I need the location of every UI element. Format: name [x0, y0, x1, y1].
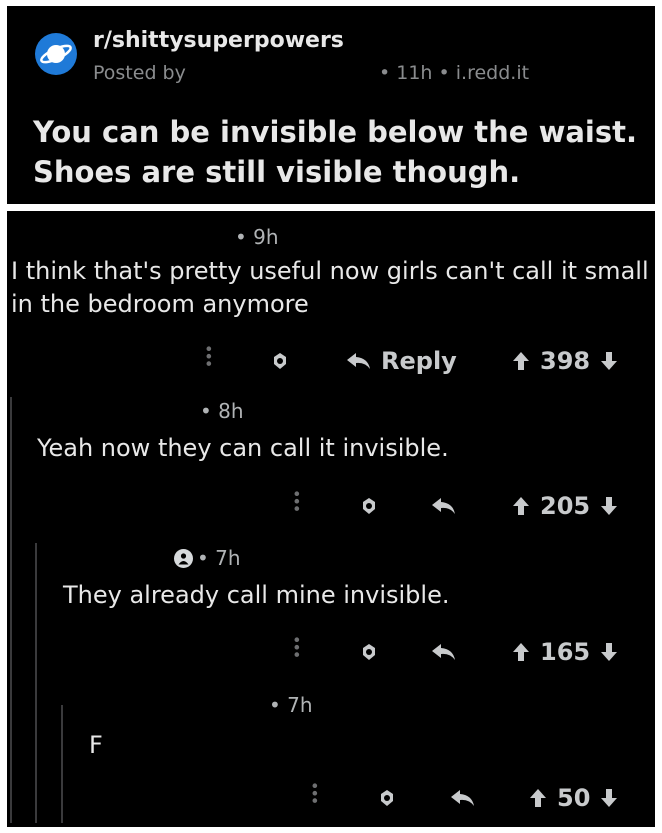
- award-button[interactable]: [359, 635, 379, 669]
- upvote-arrow-icon[interactable]: [529, 788, 547, 808]
- more-dots-icon[interactable]: •••: [287, 489, 306, 523]
- comment-actions: ••• 50: [7, 781, 655, 815]
- thread-line[interactable]: [10, 397, 12, 823]
- more-dots-icon[interactable]: •••: [305, 781, 324, 815]
- comment-body: F: [89, 731, 103, 759]
- reply-button[interactable]: [430, 635, 456, 669]
- award-button[interactable]: [377, 781, 397, 815]
- comment-timestamp: • 7h: [269, 693, 313, 717]
- upvote-arrow-icon[interactable]: [512, 642, 530, 662]
- subreddit-planet-icon[interactable]: [35, 33, 77, 75]
- reply-button[interactable]: [430, 489, 456, 523]
- comment-body: I think that's pretty useful now girls c…: [11, 257, 649, 318]
- post-meta: Posted by • 11h • i.redd.it: [93, 62, 529, 84]
- reply-arrow-icon: [432, 498, 455, 514]
- more-dots-icon[interactable]: •••: [287, 635, 306, 669]
- vote-score: 165: [540, 638, 591, 666]
- upvote-arrow-icon[interactable]: [512, 496, 530, 516]
- vote-controls: 165: [512, 635, 618, 669]
- posted-by-label: Posted by: [93, 62, 186, 84]
- award-icon: [363, 498, 375, 514]
- upvote-arrow-icon[interactable]: [512, 351, 530, 371]
- comment-thread: • 9h I think that's pretty useful now gi…: [7, 211, 655, 827]
- vote-controls: 398: [512, 344, 618, 378]
- post-title[interactable]: You can be invisible below the waist. Sh…: [33, 112, 643, 192]
- downvote-arrow-icon[interactable]: [600, 351, 618, 371]
- reply-arrow-icon: [451, 790, 474, 806]
- comment-timestamp: • 9h: [235, 225, 279, 249]
- award-button[interactable]: [359, 489, 379, 523]
- reply-arrow-icon: [347, 353, 370, 369]
- comment-actions: ••• 165: [7, 635, 655, 669]
- downvote-arrow-icon[interactable]: [600, 496, 618, 516]
- comment-timestamp: • 7h: [197, 546, 241, 570]
- vote-controls: 50: [529, 781, 618, 815]
- user-avatar-icon: [178, 553, 189, 565]
- vote-controls: 205: [512, 489, 618, 523]
- post-time-domain: • 11h • i.redd.it: [379, 62, 530, 84]
- reply-button[interactable]: Reply: [345, 344, 457, 378]
- more-dots-icon[interactable]: •••: [199, 344, 218, 378]
- comment-body: Yeah now they can call it invisible.: [37, 434, 449, 462]
- post-header: r/shittysuperpowers Posted by • 11h • i.…: [7, 6, 655, 204]
- award-icon: [363, 644, 375, 660]
- subreddit-name[interactable]: r/shittysuperpowers: [93, 28, 344, 53]
- comment-timestamp: • 8h: [200, 399, 244, 423]
- downvote-arrow-icon[interactable]: [600, 788, 618, 808]
- award-icon: [381, 790, 393, 806]
- award-icon: [274, 353, 286, 369]
- downvote-arrow-icon[interactable]: [600, 642, 618, 662]
- reply-arrow-icon: [432, 644, 455, 660]
- user-avatar[interactable]: [174, 549, 193, 568]
- reply-label: Reply: [381, 347, 457, 375]
- vote-score: 205: [540, 492, 591, 520]
- award-button[interactable]: [270, 344, 290, 378]
- comment-actions: ••• Reply 398: [7, 344, 655, 378]
- vote-score: 50: [557, 784, 591, 812]
- reply-button[interactable]: [449, 781, 475, 815]
- comment-actions: ••• 205: [7, 489, 655, 523]
- vote-score: 398: [540, 347, 591, 375]
- comment-body: They already call mine invisible.: [63, 581, 450, 609]
